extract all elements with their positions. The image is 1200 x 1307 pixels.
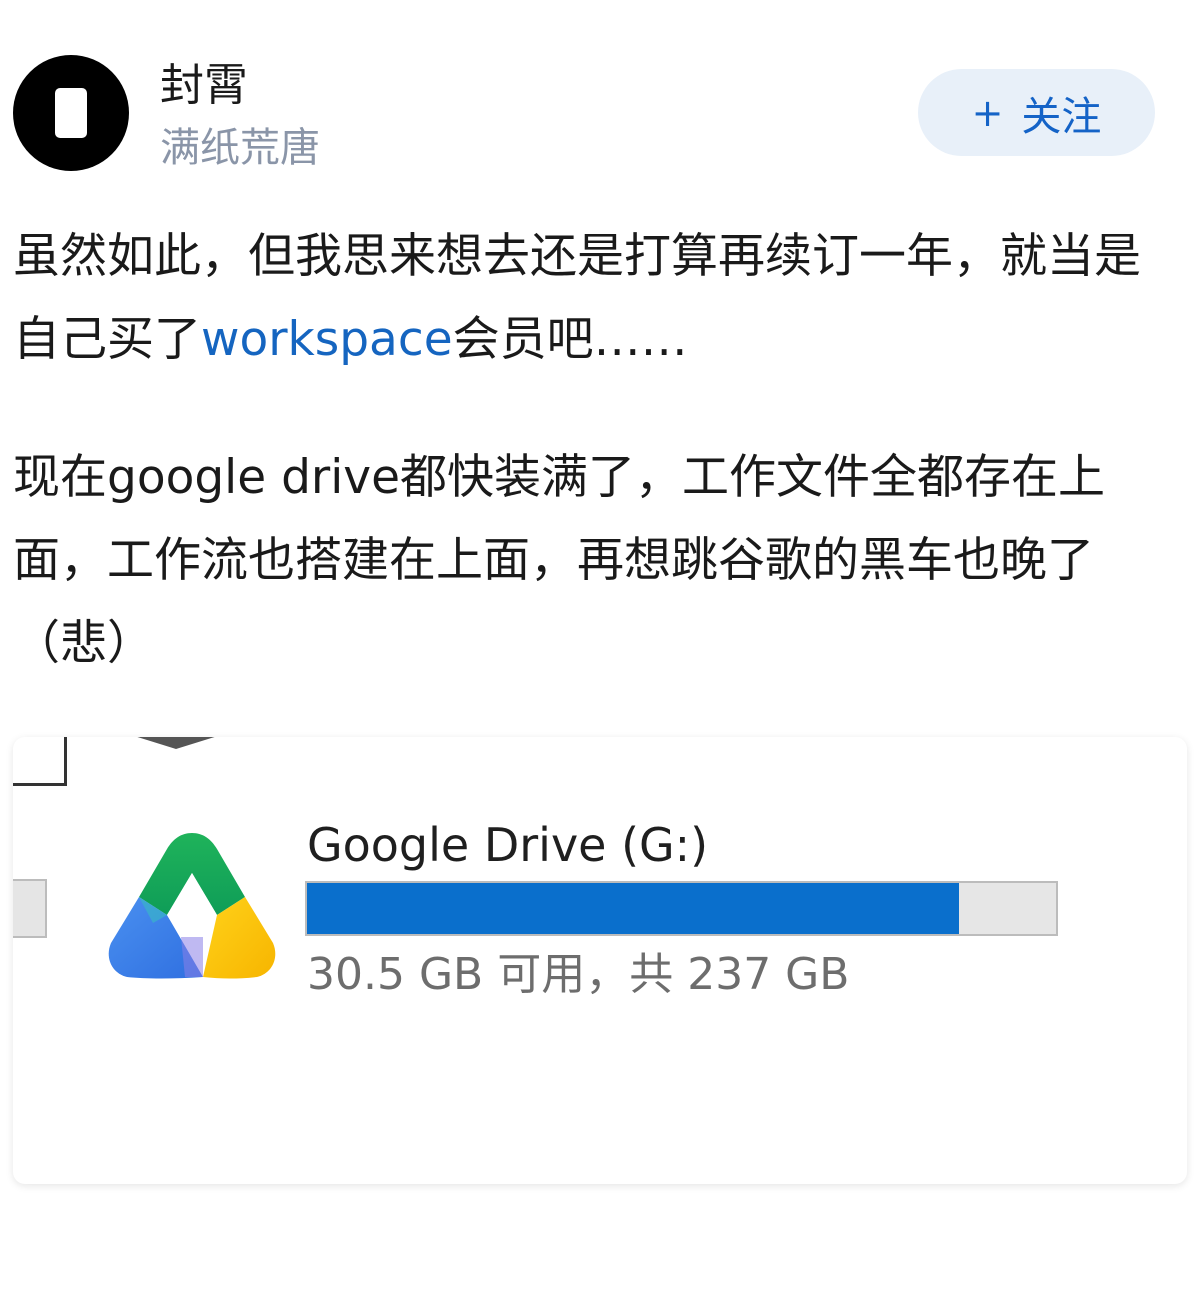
post-image[interactable]: Google Drive (G:) 30.5 GB 可用，共 237 GB xyxy=(13,737,1187,1184)
adjacent-drive-bar-fragment xyxy=(13,879,47,938)
dropdown-arrow-icon xyxy=(131,737,221,749)
plus-icon: + xyxy=(971,90,1004,135)
follow-label: 关注 xyxy=(1021,93,1102,140)
avatar-glyph xyxy=(55,88,87,138)
post-paragraph-2: 现在google drive都快装满了，工作文件全都存在上面，工作流也搭建在上面… xyxy=(13,450,1106,671)
storage-usage-fill xyxy=(307,883,960,934)
storage-usage-bar xyxy=(305,881,1058,936)
workspace-link[interactable]: workspace xyxy=(201,312,453,367)
avatar[interactable] xyxy=(13,55,129,171)
checkbox-corner-graphic xyxy=(13,737,67,786)
user-bio: 满纸荒唐 xyxy=(160,125,320,171)
drive-space-text: 30.5 GB 可用，共 237 GB xyxy=(307,949,850,1000)
google-drive-icon xyxy=(108,833,276,979)
drive-title: Google Drive (G:) xyxy=(307,818,709,872)
post-paragraph-1: 虽然如此，但我思来想去还是打算再续订一年，就当是自己买了workspace会员吧… xyxy=(13,215,1178,381)
follow-button[interactable]: + 关注 xyxy=(918,69,1155,156)
user-name[interactable]: 封霄 xyxy=(160,58,248,114)
para1-text-after: 会员吧…… xyxy=(452,312,688,367)
